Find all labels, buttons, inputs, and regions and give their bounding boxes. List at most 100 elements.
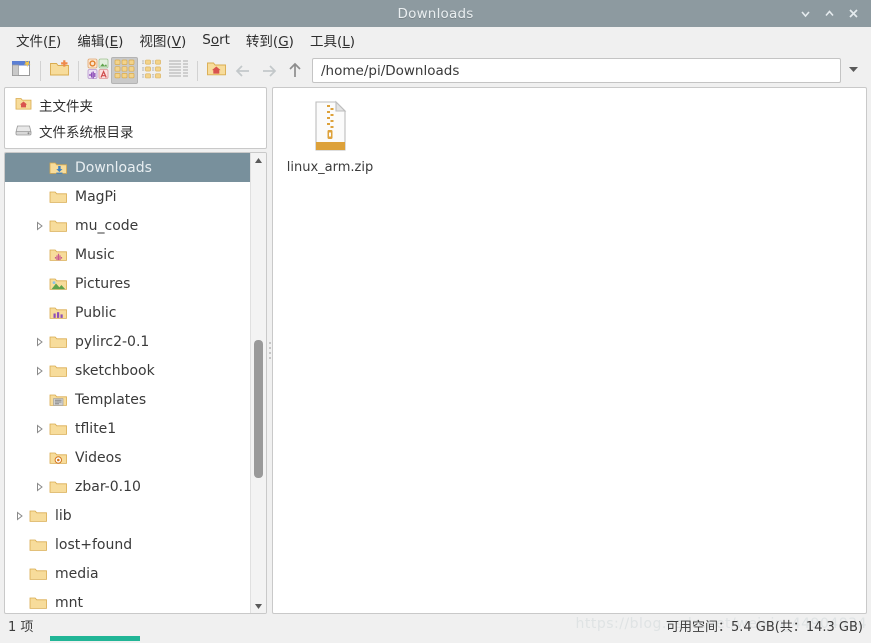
tree-item-lib[interactable]: lib xyxy=(5,501,250,530)
menu-edit[interactable]: 编辑(E) xyxy=(69,27,131,53)
toolbar-separator xyxy=(40,60,41,81)
toolbar-separator xyxy=(197,60,198,81)
scroll-up-button[interactable] xyxy=(251,153,266,167)
tree-item-label: Downloads xyxy=(75,159,152,176)
place-label: 文件系统根目录 xyxy=(39,125,134,141)
compact-view-button[interactable] xyxy=(138,57,165,84)
tree-item-mu-code[interactable]: mu_code xyxy=(5,211,250,240)
detailed-list-view-button[interactable] xyxy=(165,57,192,84)
tree-item-label: mnt xyxy=(55,594,83,611)
toolbar-separator xyxy=(78,60,79,81)
back-button[interactable] xyxy=(230,58,256,84)
home-button[interactable] xyxy=(203,57,230,84)
tree-item-label: Templates xyxy=(75,391,147,408)
path-entry[interactable] xyxy=(312,58,841,83)
tree-item-label: tflite1 xyxy=(75,420,117,437)
main-area: 主文件夹 文件系统根目录 Downloads MagPi mu_code Music P… xyxy=(0,87,871,614)
tree-item-label: media xyxy=(55,565,99,582)
tree-item-mnt[interactable]: mnt xyxy=(5,588,250,613)
title-bar[interactable]: Downloads xyxy=(0,0,871,27)
folder-icon xyxy=(47,333,69,351)
up-button[interactable] xyxy=(282,58,308,84)
pictures-folder-icon xyxy=(47,275,69,293)
tree-item-videos[interactable]: Videos xyxy=(5,443,250,472)
scroll-down-button[interactable] xyxy=(251,599,266,613)
places-list: 主文件夹 文件系统根目录 xyxy=(4,87,267,149)
downloads-folder-icon xyxy=(47,159,69,177)
minimize-button[interactable] xyxy=(793,0,817,27)
zip-archive-icon xyxy=(308,100,352,156)
tree-item-tflite1[interactable]: tflite1 xyxy=(5,414,250,443)
compact-view-icon xyxy=(141,59,162,83)
menu-sort[interactable]: Sort xyxy=(194,29,238,51)
tree-item-zbar-0-10[interactable]: zbar-0.10 xyxy=(5,472,250,501)
folder-icon xyxy=(27,536,49,554)
expand-arrow-icon[interactable] xyxy=(31,336,47,347)
tree-item-label: zbar-0.10 xyxy=(75,478,141,495)
templates-folder-icon xyxy=(47,391,69,409)
tree-item-magpi[interactable]: MagPi xyxy=(5,182,250,211)
tree-item-downloads[interactable]: Downloads xyxy=(5,153,250,182)
path-input[interactable] xyxy=(319,61,834,80)
menu-tools[interactable]: 工具(L) xyxy=(302,27,363,53)
expand-arrow-icon[interactable] xyxy=(31,365,47,376)
up-icon xyxy=(285,61,305,80)
directory-tree: Downloads MagPi mu_code Music Pictures Public… xyxy=(4,152,267,614)
tree-item-sketchbook[interactable]: sketchbook xyxy=(5,356,250,385)
tree-item-label: Videos xyxy=(75,449,122,466)
path-dropdown-button[interactable] xyxy=(841,58,865,83)
close-button[interactable] xyxy=(841,0,865,27)
tree-scrollbar[interactable] xyxy=(250,153,266,613)
window-controls xyxy=(793,0,865,27)
place-filesystem-root[interactable]: 文件系统根目录 xyxy=(5,118,266,144)
scroll-track[interactable] xyxy=(251,167,266,599)
folder-icon xyxy=(27,565,49,583)
home-folder-icon xyxy=(15,96,32,115)
tree-item-pylirc2-0-1[interactable]: pylirc2-0.1 xyxy=(5,327,250,356)
new-folder-button[interactable] xyxy=(46,57,73,84)
path-bar xyxy=(312,58,865,83)
maximize-button[interactable] xyxy=(817,0,841,27)
expand-arrow-icon[interactable] xyxy=(11,510,27,521)
tree-item-label: pylirc2-0.1 xyxy=(75,333,150,350)
folder-icon xyxy=(27,507,49,525)
tree-item-public[interactable]: Public xyxy=(5,298,250,327)
expand-arrow-icon[interactable] xyxy=(31,220,47,231)
splitter-grip-icon xyxy=(268,342,271,359)
icon-view-button[interactable] xyxy=(111,57,138,84)
expand-arrow-icon[interactable] xyxy=(31,481,47,492)
drive-icon xyxy=(15,122,32,141)
folder-icon xyxy=(47,217,69,235)
menu-file[interactable]: 文件(F) xyxy=(8,27,69,53)
directory-tree-list[interactable]: Downloads MagPi mu_code Music Pictures Public… xyxy=(5,153,250,613)
icon-view-icon xyxy=(114,59,135,83)
tree-item-label: MagPi xyxy=(75,188,117,205)
tree-item-label: lib xyxy=(55,507,72,524)
app-icons-view-button[interactable] xyxy=(84,57,111,84)
tree-item-label: sketchbook xyxy=(75,362,155,379)
tree-item-media[interactable]: media xyxy=(5,559,250,588)
file-list-pane[interactable]: linux_arm.zip xyxy=(272,87,867,614)
place-home-folder[interactable]: 主文件夹 xyxy=(5,92,266,118)
forward-button[interactable] xyxy=(256,58,282,84)
menu-goto[interactable]: 转到(G) xyxy=(238,27,302,53)
free-space-label: 可用空间：5.4 GB(共：14.3 GB) xyxy=(665,619,863,635)
expand-arrow-icon[interactable] xyxy=(31,423,47,434)
new-folder-icon xyxy=(49,59,70,82)
tree-item-lost-found[interactable]: lost+found xyxy=(5,530,250,559)
public-folder-icon xyxy=(47,304,69,322)
chevron-down-icon xyxy=(847,63,860,78)
tree-item-label: Music xyxy=(75,246,115,263)
tree-item-pictures[interactable]: Pictures xyxy=(5,269,250,298)
music-folder-icon xyxy=(47,246,69,264)
folder-icon xyxy=(47,362,69,380)
scroll-thumb[interactable] xyxy=(254,340,263,478)
tree-item-label: lost+found xyxy=(55,536,133,553)
tree-item-templates[interactable]: Templates xyxy=(5,385,250,414)
tree-item-music[interactable]: Music xyxy=(5,240,250,269)
new-tab-button[interactable] xyxy=(8,57,35,84)
file-item[interactable]: linux_arm.zip xyxy=(283,96,377,180)
sidebar: 主文件夹 文件系统根目录 Downloads MagPi mu_code Music P… xyxy=(4,87,267,614)
tree-item-label: Pictures xyxy=(75,275,131,292)
menu-view[interactable]: 视图(V) xyxy=(131,27,194,53)
